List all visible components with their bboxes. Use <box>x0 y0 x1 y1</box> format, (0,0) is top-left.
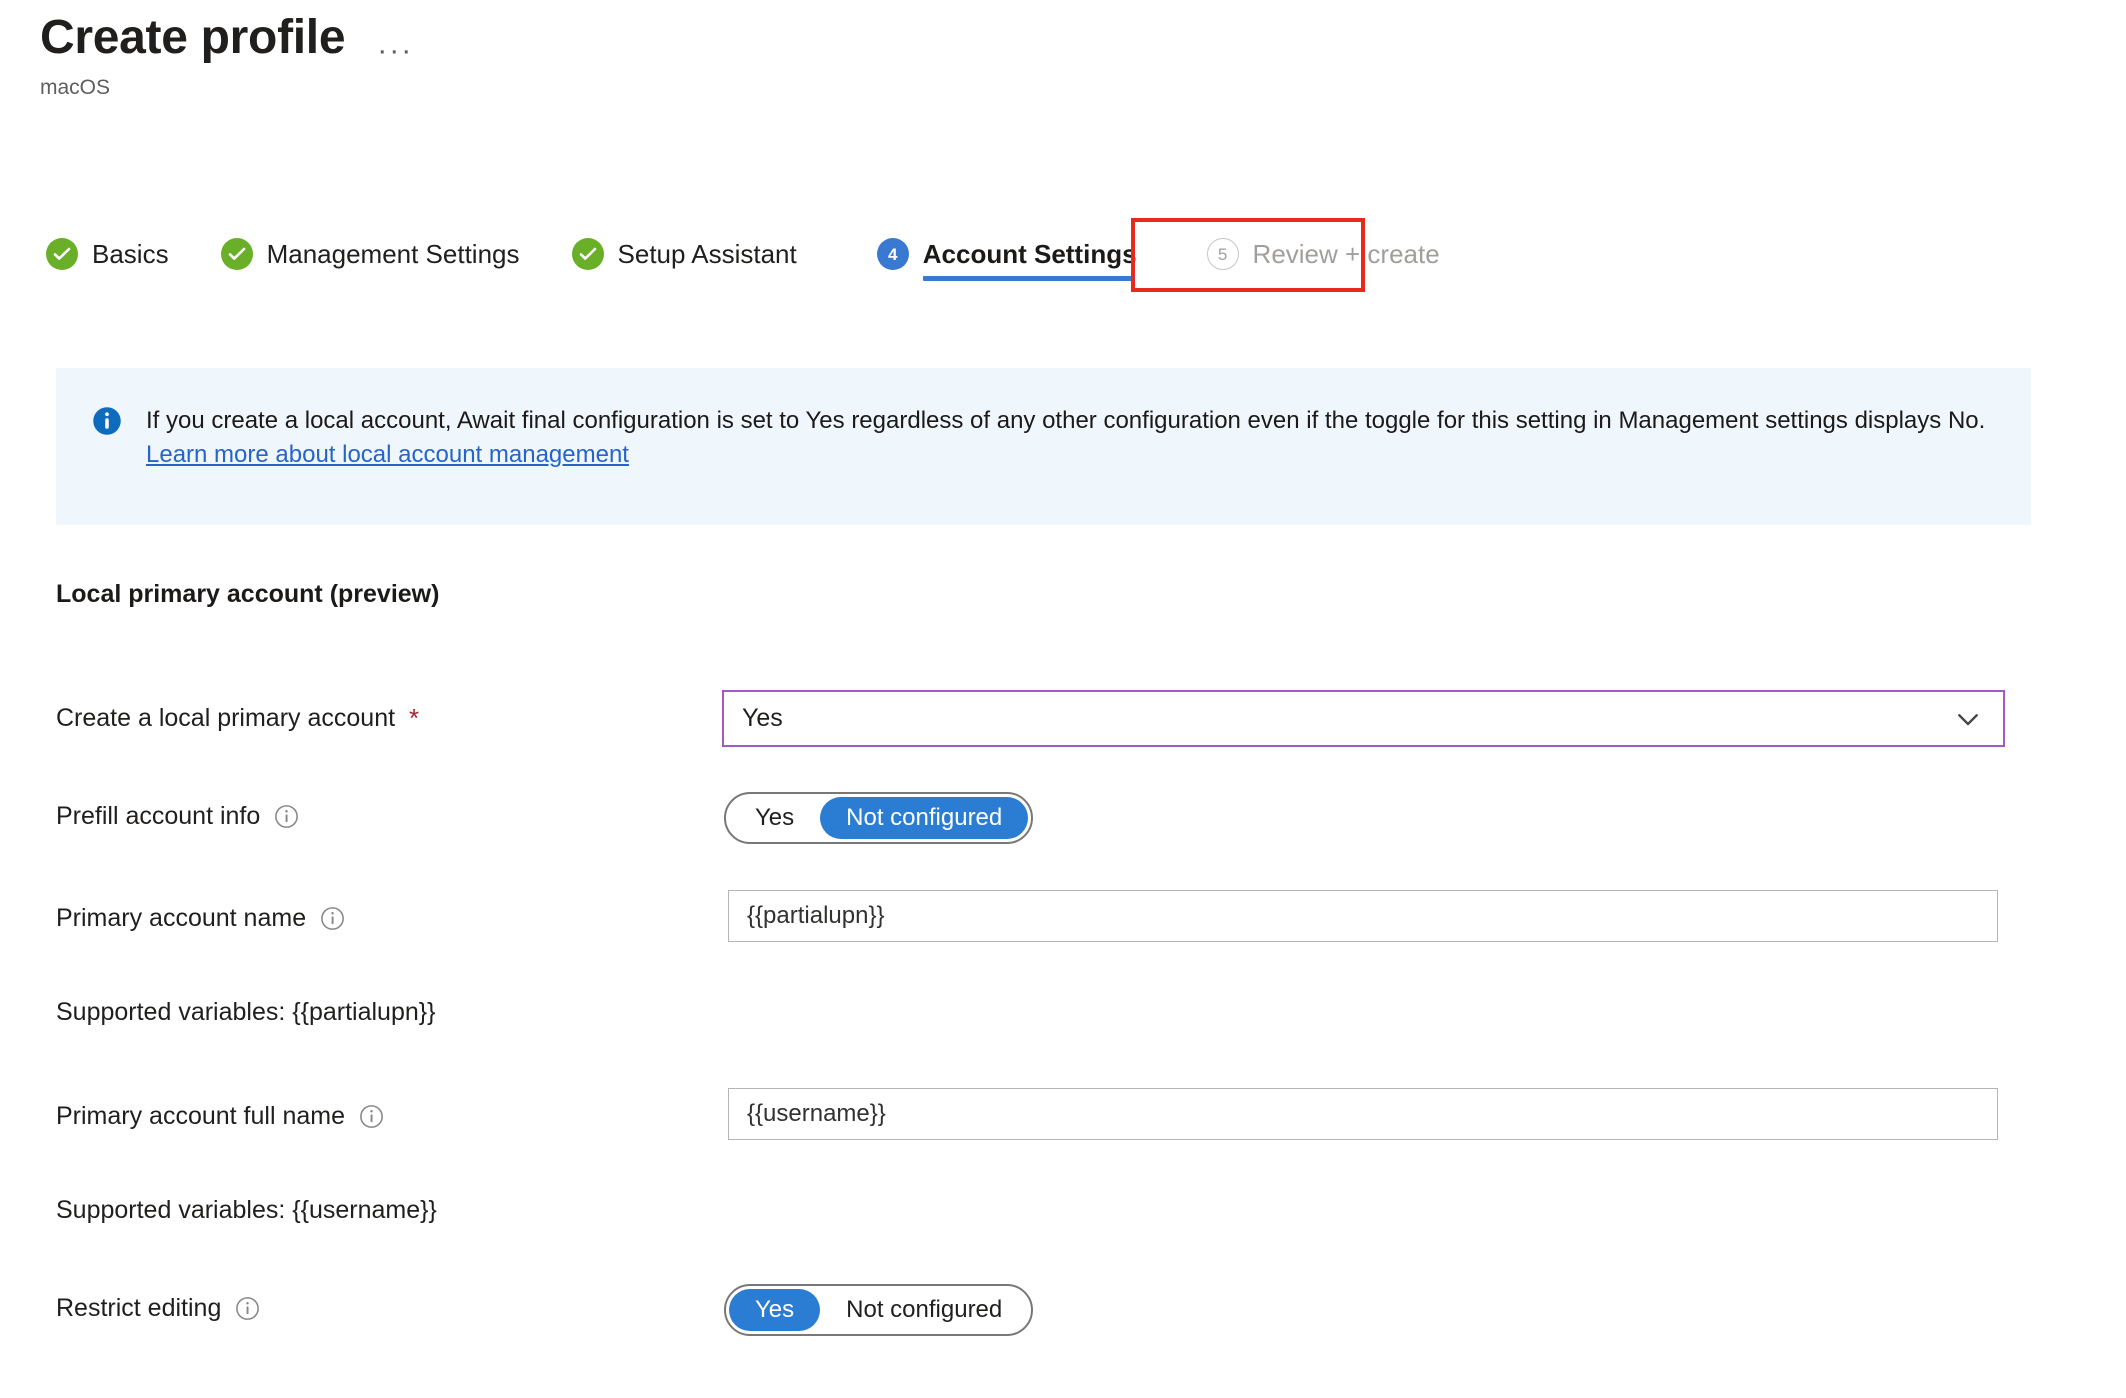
field-label: Primary account full name <box>56 1104 384 1129</box>
field-label-text: Primary account name <box>56 904 307 932</box>
primary-account-full-name-helper: Supported variables: {{username}} <box>56 1196 437 1224</box>
field-label-text: Prefill account info <box>56 802 261 830</box>
tab-label: Account Settings <box>922 239 1137 269</box>
field-label-text: Create a local primary account <box>56 703 396 732</box>
create-profile-page: Create profile ··· macOS Basics Manageme… <box>0 0 2126 1398</box>
prefill-account-info-field: Yes Not configured <box>724 792 1034 844</box>
info-circle-icon[interactable] <box>320 906 345 931</box>
tab-management-settings[interactable]: Management Settings <box>220 225 520 283</box>
create-local-primary-account-dropdown[interactable]: Yes <box>722 690 2005 747</box>
restrict-editing-toggle[interactable]: Yes Not configured <box>724 1284 1034 1336</box>
field-label: Primary account name <box>56 906 345 931</box>
toggle-option-not-configured[interactable]: Not configured <box>820 1289 1028 1331</box>
toggle-option-yes[interactable]: Yes <box>729 1289 821 1331</box>
row-primary-account-full-name: Primary account full name {{username}} <box>56 1088 2016 1148</box>
tab-label: Setup Assistant <box>617 239 797 269</box>
info-circle-icon[interactable] <box>235 1296 260 1321</box>
chevron-down-icon <box>1953 704 1983 734</box>
info-banner-message: If you create a local account, Await fin… <box>146 407 1986 434</box>
dropdown-selected-value: Yes <box>742 704 783 732</box>
check-circle-icon <box>571 238 604 270</box>
required-indicator: * <box>409 703 420 733</box>
learn-more-link[interactable]: Learn more about local account managemen… <box>146 441 629 468</box>
primary-account-name-field: {{partialupn}} <box>728 890 1998 942</box>
tab-review-create[interactable]: 5 Review + create <box>1206 225 1440 283</box>
tab-label: Basics <box>92 239 169 269</box>
title-row: Create profile ··· <box>40 10 419 68</box>
create-local-primary-account-field: Yes <box>722 690 2005 747</box>
primary-account-full-name-input[interactable]: {{username}} <box>728 1088 1998 1140</box>
restrict-editing-field: Yes Not configured <box>724 1284 1034 1336</box>
tab-label: Management Settings <box>266 239 520 269</box>
field-label-text: Primary account full name <box>56 1102 346 1130</box>
field-label: Restrict editing <box>56 1296 260 1321</box>
page-header: Create profile ··· macOS <box>40 10 419 101</box>
info-circle-icon[interactable] <box>359 1104 384 1129</box>
info-circle-icon[interactable] <box>274 804 299 829</box>
section-heading: Local primary account (preview) <box>56 580 440 608</box>
field-label: Create a local primary account * <box>56 705 419 731</box>
prefill-account-info-toggle[interactable]: Yes Not configured <box>724 792 1034 844</box>
row-primary-account-name: Primary account name {{partialupn}} <box>56 890 2016 950</box>
more-options-icon[interactable]: ··· <box>371 34 419 68</box>
page-title: Create profile <box>40 11 346 64</box>
row-prefill-account-info: Prefill account info Yes Not configured <box>56 790 2016 850</box>
primary-account-name-helper: Supported variables: {{partialupn}} <box>56 998 436 1026</box>
step-number-badge: 5 <box>1206 238 1239 270</box>
toggle-option-yes[interactable]: Yes <box>729 797 820 839</box>
page-subtitle: macOS <box>40 76 111 99</box>
info-icon <box>90 404 124 438</box>
row-create-local-primary-account: Create a local primary account * Yes <box>56 690 2016 750</box>
field-label: Prefill account info <box>56 804 299 829</box>
info-banner: If you create a local account, Await fin… <box>56 368 2031 525</box>
field-label-text: Restrict editing <box>56 1294 222 1322</box>
primary-account-name-input[interactable]: {{partialupn}} <box>728 890 1998 942</box>
tab-account-settings[interactable]: 4 Account Settings <box>876 225 1137 283</box>
check-circle-icon <box>220 238 253 270</box>
check-circle-icon <box>46 238 78 270</box>
tab-setup-assistant[interactable]: Setup Assistant <box>571 225 797 283</box>
step-number-badge: 4 <box>876 238 909 270</box>
row-restrict-editing: Restrict editing Yes Not configured <box>56 1282 2016 1342</box>
info-banner-text: If you create a local account, Await fin… <box>146 404 1997 472</box>
wizard-tabs: Basics Management Settings Setup Assista… <box>46 225 1492 287</box>
active-tab-underline <box>922 276 1135 281</box>
primary-account-full-name-field: {{username}} <box>728 1088 1998 1140</box>
toggle-option-not-configured[interactable]: Not configured <box>820 797 1029 839</box>
tab-basics[interactable]: Basics <box>46 225 169 283</box>
tab-label: Review + create <box>1252 239 1440 269</box>
